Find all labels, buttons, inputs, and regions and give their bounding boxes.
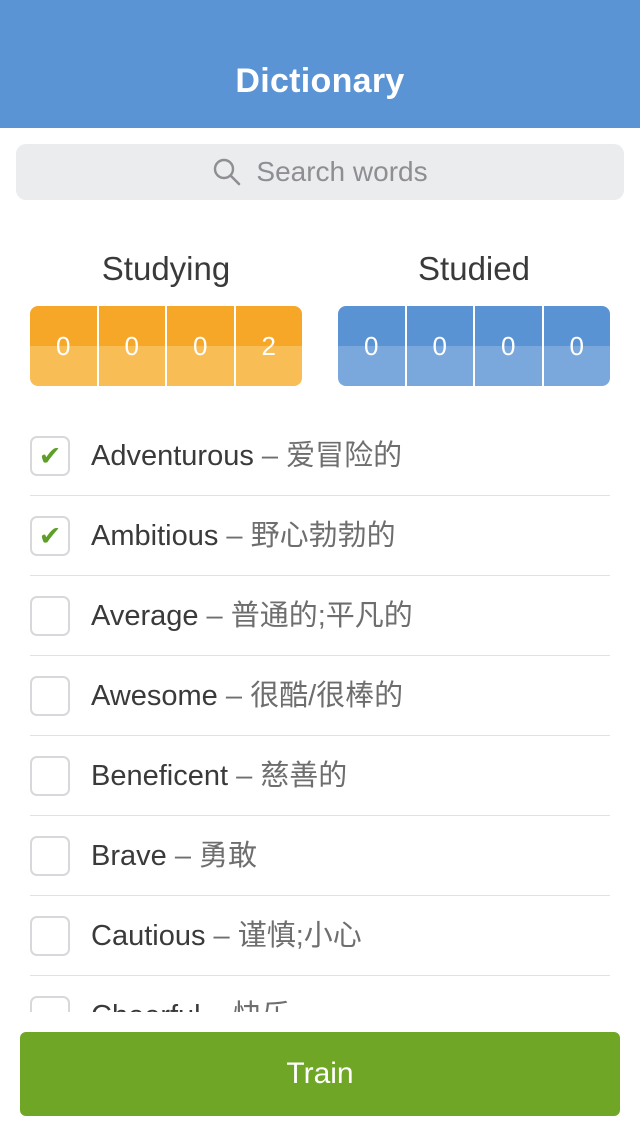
studied-digit: 0 — [541, 306, 610, 386]
studied-digits: 0 0 0 0 — [338, 306, 610, 386]
word-english: Cheerful — [91, 1000, 201, 1012]
word-translation: 快乐 — [233, 1000, 291, 1012]
word-separator: – — [205, 920, 238, 952]
word-translation: 谨慎;小心 — [237, 920, 362, 952]
word-checkbox[interactable] — [30, 676, 70, 716]
studying-digit: 0 — [30, 306, 97, 386]
studying-label: Studying — [101, 250, 231, 287]
train-button[interactable]: Train — [20, 1032, 620, 1116]
search-bar[interactable]: Search words — [16, 144, 624, 200]
check-mark-icon: ✔ — [38, 520, 62, 551]
studied-digit: 0 — [404, 306, 473, 386]
word-checkbox[interactable] — [30, 996, 70, 1012]
word-english: Adventurous — [91, 440, 254, 472]
search-icon — [214, 158, 241, 186]
studying-counter: Studying 0 0 0 2 — [30, 248, 302, 386]
word-separator: – — [201, 1000, 233, 1012]
studied-digit: 0 — [473, 306, 542, 386]
word-checkbox[interactable]: ✔ — [30, 516, 70, 556]
studying-digits: 0 0 0 2 — [30, 306, 302, 386]
word-translation: 慈善的 — [260, 760, 348, 792]
word-english: Beneficent — [91, 760, 229, 792]
word-separator: – — [198, 600, 231, 632]
search-placeholder: Search words — [256, 156, 428, 187]
word-checkbox[interactable] — [30, 596, 70, 636]
word-list[interactable]: ✔ Adventurous – 爱冒险的 ✔ Ambitious – 野心勃勃的… — [0, 416, 640, 1012]
word-english: Cautious — [91, 920, 206, 952]
word-separator: – — [253, 440, 287, 472]
word-translation: 野心勃勃的 — [250, 520, 396, 552]
word-english: Average — [91, 600, 199, 632]
word-checkbox[interactable]: ✔ — [30, 436, 70, 476]
word-row[interactable]: Awesome – 很酷/很棒的 — [0, 656, 640, 736]
studying-digit: 0 — [96, 306, 165, 386]
word-separator: – — [228, 760, 261, 792]
word-row[interactable]: ✔ Ambitious – 野心勃勃的 — [0, 496, 640, 576]
nav-bar: Dictionary — [0, 0, 640, 128]
word-translation: 爱冒险的 — [286, 440, 403, 472]
word-entry: Beneficent – 慈善的 — [91, 759, 347, 793]
word-english: Awesome — [91, 680, 218, 712]
studying-digit: 2 — [233, 306, 302, 386]
word-checkbox[interactable] — [30, 756, 70, 796]
studying-digit: 0 — [165, 306, 234, 386]
word-row[interactable]: Beneficent – 慈善的 — [0, 736, 640, 816]
word-translation: 勇敢 — [199, 840, 258, 872]
studied-digit: 0 — [338, 306, 405, 386]
studied-counter: Studied 0 0 0 0 — [338, 248, 610, 386]
word-separator: – — [218, 520, 251, 552]
word-entry: Brave – 勇敢 — [91, 839, 257, 873]
word-checkbox[interactable] — [30, 836, 70, 876]
word-entry: Ambitious – 野心勃勃的 — [91, 519, 396, 553]
page-title: Dictionary — [235, 62, 405, 100]
word-entry: Adventurous – 爱冒险的 — [91, 439, 402, 473]
word-entry: Average – 普通的;平凡的 — [91, 599, 413, 633]
word-translation: 普通的;平凡的 — [230, 600, 413, 632]
word-checkbox[interactable] — [30, 916, 70, 956]
word-english: Brave — [91, 840, 167, 872]
dictionary-screen: Dictionary Search words Studying 0 0 0 2… — [0, 0, 640, 1136]
word-row[interactable]: Cautious – 谨慎;小心 — [0, 896, 640, 976]
studied-label: Studied — [418, 250, 530, 287]
word-separator: – — [166, 840, 200, 872]
word-translation: 很酷/很棒的 — [250, 680, 404, 712]
word-entry: Cheerful – 快乐 — [91, 999, 291, 1012]
word-row[interactable]: Brave – 勇敢 — [0, 816, 640, 896]
word-entry: Awesome – 很酷/很棒的 — [91, 679, 403, 713]
word-row[interactable]: Cheerful – 快乐 — [0, 976, 640, 1012]
word-entry: Cautious – 谨慎;小心 — [91, 919, 362, 953]
word-separator: – — [217, 680, 251, 712]
word-english: Ambitious — [91, 520, 219, 552]
check-mark-icon: ✔ — [38, 440, 62, 471]
word-row[interactable]: ✔ Adventurous – 爱冒险的 — [0, 416, 640, 496]
word-row[interactable]: Average – 普通的;平凡的 — [0, 576, 640, 656]
